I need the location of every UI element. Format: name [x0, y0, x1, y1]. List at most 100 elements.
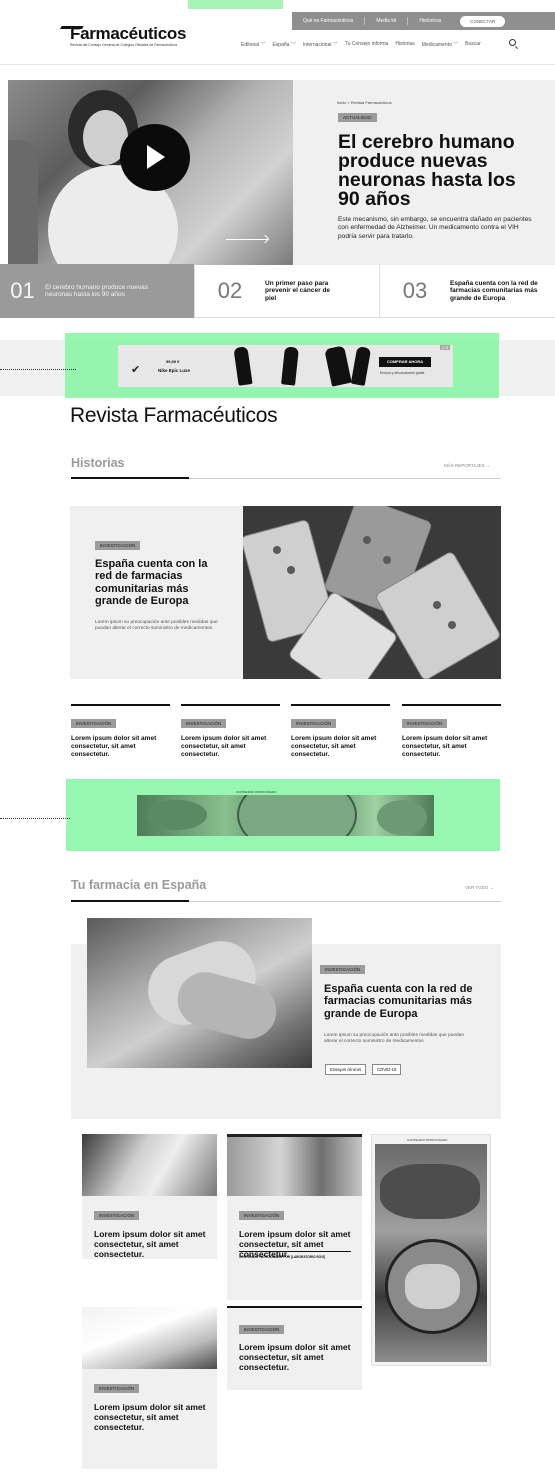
pill — [287, 566, 295, 574]
card-tag[interactable]: INVESTIGACIÓN — [291, 719, 337, 728]
sponsored-label: CONTENIDO PATROCINADO — [236, 790, 277, 794]
story-card[interactable]: INVESTIGACIÓN Lorem ipsum dolor sit amet… — [402, 704, 501, 758]
card-tag[interactable]: INVESTIGACIÓN — [239, 1211, 285, 1220]
topic-chip[interactable]: Ensayos clínicos — [325, 1064, 367, 1075]
ad-choices-icon[interactable]: ▷✕ — [440, 345, 451, 350]
card-title[interactable]: Lorem ipsum dolor sit amet consectetur, … — [94, 1402, 209, 1432]
plate-shape — [377, 800, 427, 835]
pill — [273, 546, 281, 554]
logo-subtitle: Revista del Consejo General de Colegios … — [70, 43, 178, 47]
strip-item-3[interactable]: 03 España cuenta con la red de farmacias… — [380, 264, 555, 318]
sponsored-side-card[interactable]: CONTENIDO PATROCINADO — [371, 1134, 491, 1366]
food-shape — [380, 1164, 480, 1219]
nav-tu-consejo[interactable]: Tu Consejo informa — [345, 41, 388, 48]
section-heading-historias[interactable]: Historias — [71, 456, 125, 470]
card-tag[interactable]: INVESTIGACIÓN — [94, 1211, 140, 1220]
food-shape — [405, 1264, 460, 1309]
sponsored-food-image — [375, 1144, 487, 1362]
farmacia-card[interactable]: INVESTIGACIÓN Lorem ipsum dolor sit amet… — [227, 1134, 362, 1300]
hero-category-tag[interactable]: ACTUALIDAD — [338, 113, 377, 122]
card-tag[interactable]: INVESTIGACIÓN — [181, 719, 227, 728]
hand-shape — [171, 965, 283, 1046]
sponsored-food-banner[interactable] — [137, 795, 434, 836]
card-title[interactable]: Lorem ipsum dolor sit amet consectetur, … — [181, 735, 280, 758]
featured-story-tag[interactable]: INVESTIGACIÓN — [95, 541, 141, 550]
ad-leg-figure — [350, 346, 372, 386]
nav-espana[interactable]: España ﹀ — [272, 41, 295, 48]
section-rule-accent — [71, 900, 189, 902]
card-title[interactable]: Lorem ipsum dolor sit amet consectetur, … — [71, 735, 170, 758]
story-card[interactable]: INVESTIGACIÓN Lorem ipsum dolor sit amet… — [291, 704, 390, 758]
strip-number: 02 — [217, 278, 243, 303]
story-card[interactable]: INVESTIGACIÓN Lorem ipsum dolor sit amet… — [71, 704, 170, 758]
see-all-link[interactable]: VER TODO → — [465, 885, 494, 890]
featured-story-title[interactable]: España cuenta con la red de farmacias co… — [95, 558, 225, 607]
farmacia-featured-image-hands[interactable] — [87, 918, 312, 1068]
play-icon[interactable] — [120, 124, 190, 191]
more-reports-link[interactable]: MÁS REPORTAJES → — [444, 463, 490, 468]
card-rule — [291, 704, 390, 706]
card-rule — [71, 704, 170, 706]
page-title: Revista Farmacéuticos — [70, 404, 278, 427]
hero-bg-figure — [8, 140, 38, 265]
ad-shipping-note: Envíos y devoluciones gratis — [380, 371, 425, 375]
nav-buscar[interactable]: Buscar — [465, 41, 481, 48]
topbar-link-historicos[interactable]: Históricos — [408, 17, 452, 25]
ad-cta-button[interactable]: COMPRAR AHORA — [379, 357, 431, 367]
ad-leg-figure — [281, 346, 299, 386]
strip-number: 03 — [402, 278, 428, 303]
connect-button[interactable]: CONECTAR — [460, 15, 506, 27]
farmacia-card[interactable]: INVESTIGACIÓN Lorem ipsum dolor sit amet… — [227, 1306, 362, 1390]
featured-story-image-pills[interactable] — [243, 506, 501, 679]
ad-leg-figure — [324, 345, 352, 387]
strip-number: 01 — [10, 278, 35, 303]
hero-headline[interactable]: El cerebro humano produce nuevas neurona… — [338, 132, 538, 209]
nike-swoosh-icon: ✔ — [131, 364, 141, 376]
featured-story-desc: Lorem ipsum su preocupación ante posible… — [95, 620, 218, 632]
section-rule-accent — [71, 477, 189, 479]
pill — [433, 601, 441, 609]
topic-chip[interactable]: COVID-19 — [372, 1064, 402, 1075]
top-utility-bar: Qué es Farmacéuticos Media kit Histórico… — [292, 12, 555, 30]
nav-historias[interactable]: Historias — [395, 41, 414, 48]
sponsored-label: CONTENIDO PATROCINADO — [407, 1138, 448, 1142]
pill — [448, 621, 456, 629]
farmacia-featured-title[interactable]: España cuenta con la red de farmacias co… — [324, 983, 489, 1020]
card-tag[interactable]: INVESTIGACIÓN — [71, 719, 117, 728]
site-logo[interactable]: Farmacéuticos — [70, 24, 186, 44]
nav-editorial[interactable]: Editorial ﹀ — [241, 41, 265, 48]
plate-shape — [237, 795, 357, 836]
pill — [363, 536, 371, 544]
topbar-link-media-kit[interactable]: Media kit — [365, 17, 409, 25]
arrow-right-icon[interactable] — [226, 239, 268, 240]
card-image — [227, 1134, 362, 1196]
card-title[interactable]: Lorem ipsum dolor sit amet consectetur, … — [94, 1229, 209, 1259]
strip-item-1[interactable]: 01 El cerebro humano produce nuevas neur… — [0, 264, 195, 318]
story-card[interactable]: INVESTIGACIÓN Lorem ipsum dolor sit amet… — [181, 704, 280, 758]
search-icon[interactable] — [509, 39, 516, 46]
card-tag[interactable]: INVESTIGACIÓN — [94, 1384, 140, 1393]
card-title[interactable]: Lorem ipsum dolor sit amet consectetur, … — [239, 1342, 354, 1372]
hero-lead: Este mecanismo, sin embargo, se encuentr… — [338, 216, 532, 240]
ad-slot-pointer — [0, 369, 76, 370]
strip-text: España cuenta con la red de farmacias co… — [450, 279, 538, 302]
farmacia-featured-desc: Lorem ipsum su preocupación ante posible… — [324, 1033, 464, 1045]
nav-medicamento[interactable]: Medicamento ﹀ — [422, 41, 458, 48]
card-tag[interactable]: INVESTIGACIÓN — [402, 719, 448, 728]
card-title[interactable]: Lorem ipsum dolor sit amet consectetur, … — [291, 735, 390, 758]
farmacia-card[interactable]: INVESTIGACIÓN Lorem ipsum dolor sit amet… — [82, 1307, 217, 1469]
plate-shape — [147, 800, 207, 830]
pill — [383, 556, 391, 564]
section-heading-farmacia[interactable]: Tu farmacia en España — [71, 878, 206, 892]
strip-item-2[interactable]: 02 Un primer paso para prevenir el cánce… — [195, 264, 380, 318]
header-divider — [0, 64, 555, 65]
strip-text: Un primer paso para prevenir el cáncer d… — [265, 279, 331, 302]
topbar-link-about[interactable]: Qué es Farmacéuticos — [292, 17, 366, 25]
nav-internacional[interactable]: Internacional ﹀ — [303, 41, 338, 48]
breadcrumb[interactable]: Inicio > Revista Farmacéuticos — [337, 100, 392, 105]
farmacia-featured-tag[interactable]: INVESTIGACIÓN — [320, 965, 366, 974]
card-tag[interactable]: INVESTIGACIÓN — [239, 1325, 285, 1334]
farmacia-card[interactable]: INVESTIGACIÓN Lorem ipsum dolor sit amet… — [82, 1134, 217, 1259]
card-title[interactable]: Lorem ipsum dolor sit amet consectetur, … — [402, 735, 501, 758]
sponsored-slot-pointer — [0, 818, 70, 819]
